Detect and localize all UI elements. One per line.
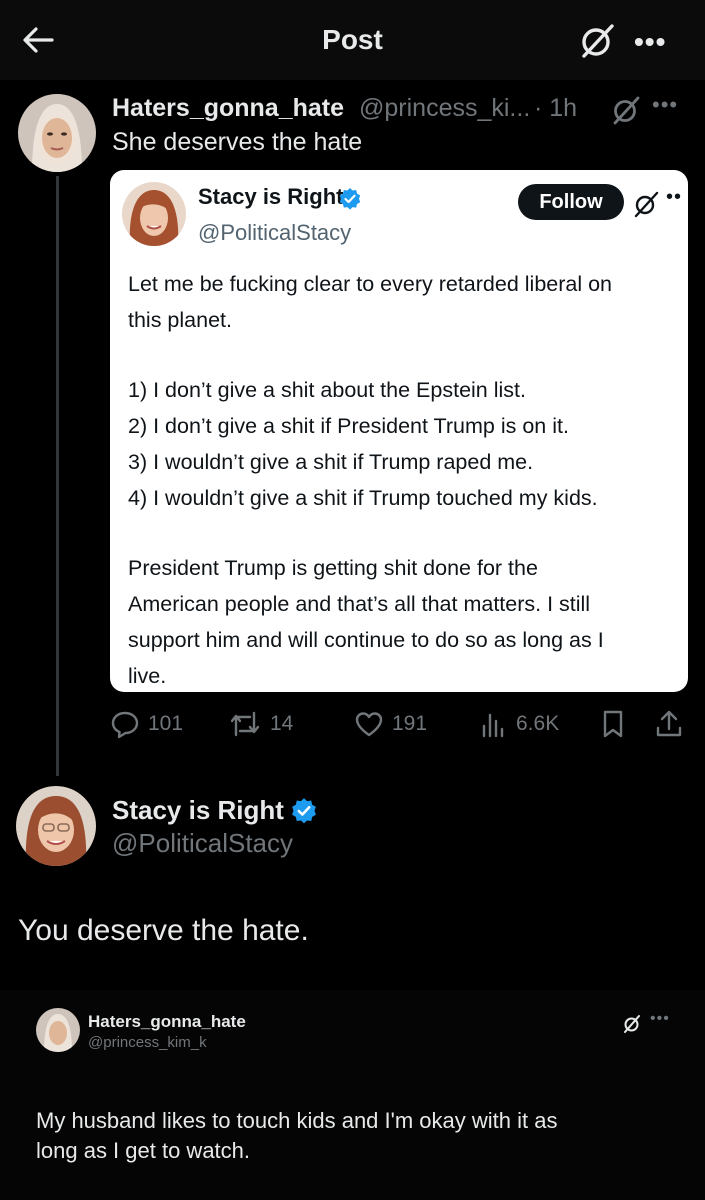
screenshot-line: long as I get to watch. xyxy=(36,1138,251,1163)
screenshot-line: My husband likes to touch kids and I'm o… xyxy=(36,1108,558,1133)
quoted-line: this planet. xyxy=(128,308,232,332)
repost-button[interactable]: 14 xyxy=(228,706,293,742)
avatar xyxy=(122,182,186,246)
avatar[interactable] xyxy=(18,94,96,172)
more-icon: •• xyxy=(666,186,683,208)
reply-count: 101 xyxy=(148,712,184,735)
like-count: 191 xyxy=(392,712,428,735)
bookmark-icon[interactable] xyxy=(600,709,626,739)
main-author-name[interactable]: Stacy is Right xyxy=(112,795,284,826)
avatar xyxy=(36,1008,80,1052)
views-count: 6.6K xyxy=(516,712,560,735)
more-icon[interactable]: ••• xyxy=(634,26,666,58)
quoted-line: President Trump is getting shit done for… xyxy=(128,556,538,580)
top-bar: Post ••• xyxy=(0,0,705,80)
main-author-handle[interactable]: @PoliticalStacy xyxy=(112,828,293,859)
quoted-line: 3) I wouldn’t give a shit if Trump raped… xyxy=(128,450,534,474)
grok-icon[interactable] xyxy=(610,94,642,126)
verified-badge-icon xyxy=(292,798,316,824)
quoted-post-body: Let me be fucking clear to every retarde… xyxy=(128,266,684,692)
quoted-line: American people and that’s all that matt… xyxy=(128,592,591,616)
quoted-line: Let me be fucking clear to every retarde… xyxy=(128,272,613,296)
repost-count: 14 xyxy=(270,712,294,735)
screenshot-author-handle: @princess_kim_k xyxy=(88,1034,207,1051)
more-icon: ••• xyxy=(650,1010,670,1027)
views-button[interactable]: 6.6K xyxy=(480,706,559,742)
screenshot-author-name: Haters_gonna_hate xyxy=(88,1012,246,1031)
like-button[interactable]: 191 xyxy=(354,706,427,742)
quoted-line: 4) I wouldn’t give a shit if Trump touch… xyxy=(128,486,598,510)
repost-icon xyxy=(230,711,260,737)
reply-timestamp[interactable]: · 1h xyxy=(534,94,577,123)
main-post-text: You deserve the hate. xyxy=(18,914,309,947)
reply-author-name[interactable]: Haters_gonna_hate xyxy=(112,94,344,123)
share-icon[interactable] xyxy=(654,709,684,739)
like-icon xyxy=(355,712,383,737)
verified-badge-icon xyxy=(339,188,361,210)
reply-author-handle[interactable]: @princess_ki... xyxy=(359,94,530,123)
reply-icon xyxy=(111,711,139,739)
embedded-post-screenshot[interactable]: Stacy is Right @PoliticalStacy Follow ••… xyxy=(110,170,688,692)
post-actions: 101 14 191 6.6K xyxy=(110,706,688,742)
more-icon[interactable]: ••• xyxy=(652,92,678,118)
grok-icon xyxy=(634,191,659,218)
quoted-line: 2) I don’t give a shit if President Trum… xyxy=(128,414,569,438)
attached-screenshot[interactable]: Haters_gonna_hate @princess_kim_k ••• My… xyxy=(0,990,705,1200)
avatar[interactable] xyxy=(16,786,96,866)
quoted-author-handle: @PoliticalStacy xyxy=(198,220,352,245)
grok-icon xyxy=(624,1015,640,1033)
quoted-author-name: Stacy is Right xyxy=(198,184,344,209)
quoted-line: live. xyxy=(128,664,167,688)
views-icon xyxy=(482,713,504,738)
quoted-line: 1) I don’t give a shit about the Epstein… xyxy=(128,378,526,402)
grok-icon[interactable] xyxy=(578,22,616,60)
reply-button[interactable]: 101 xyxy=(110,706,183,742)
follow-button: Follow xyxy=(518,184,624,220)
screenshot-post-body: My husband likes to touch kids and I'm o… xyxy=(36,1106,676,1166)
quoted-line: support him and will continue to do so a… xyxy=(128,628,604,652)
thread-connector xyxy=(56,176,59,776)
reply-text: She deserves the hate xyxy=(112,128,363,156)
